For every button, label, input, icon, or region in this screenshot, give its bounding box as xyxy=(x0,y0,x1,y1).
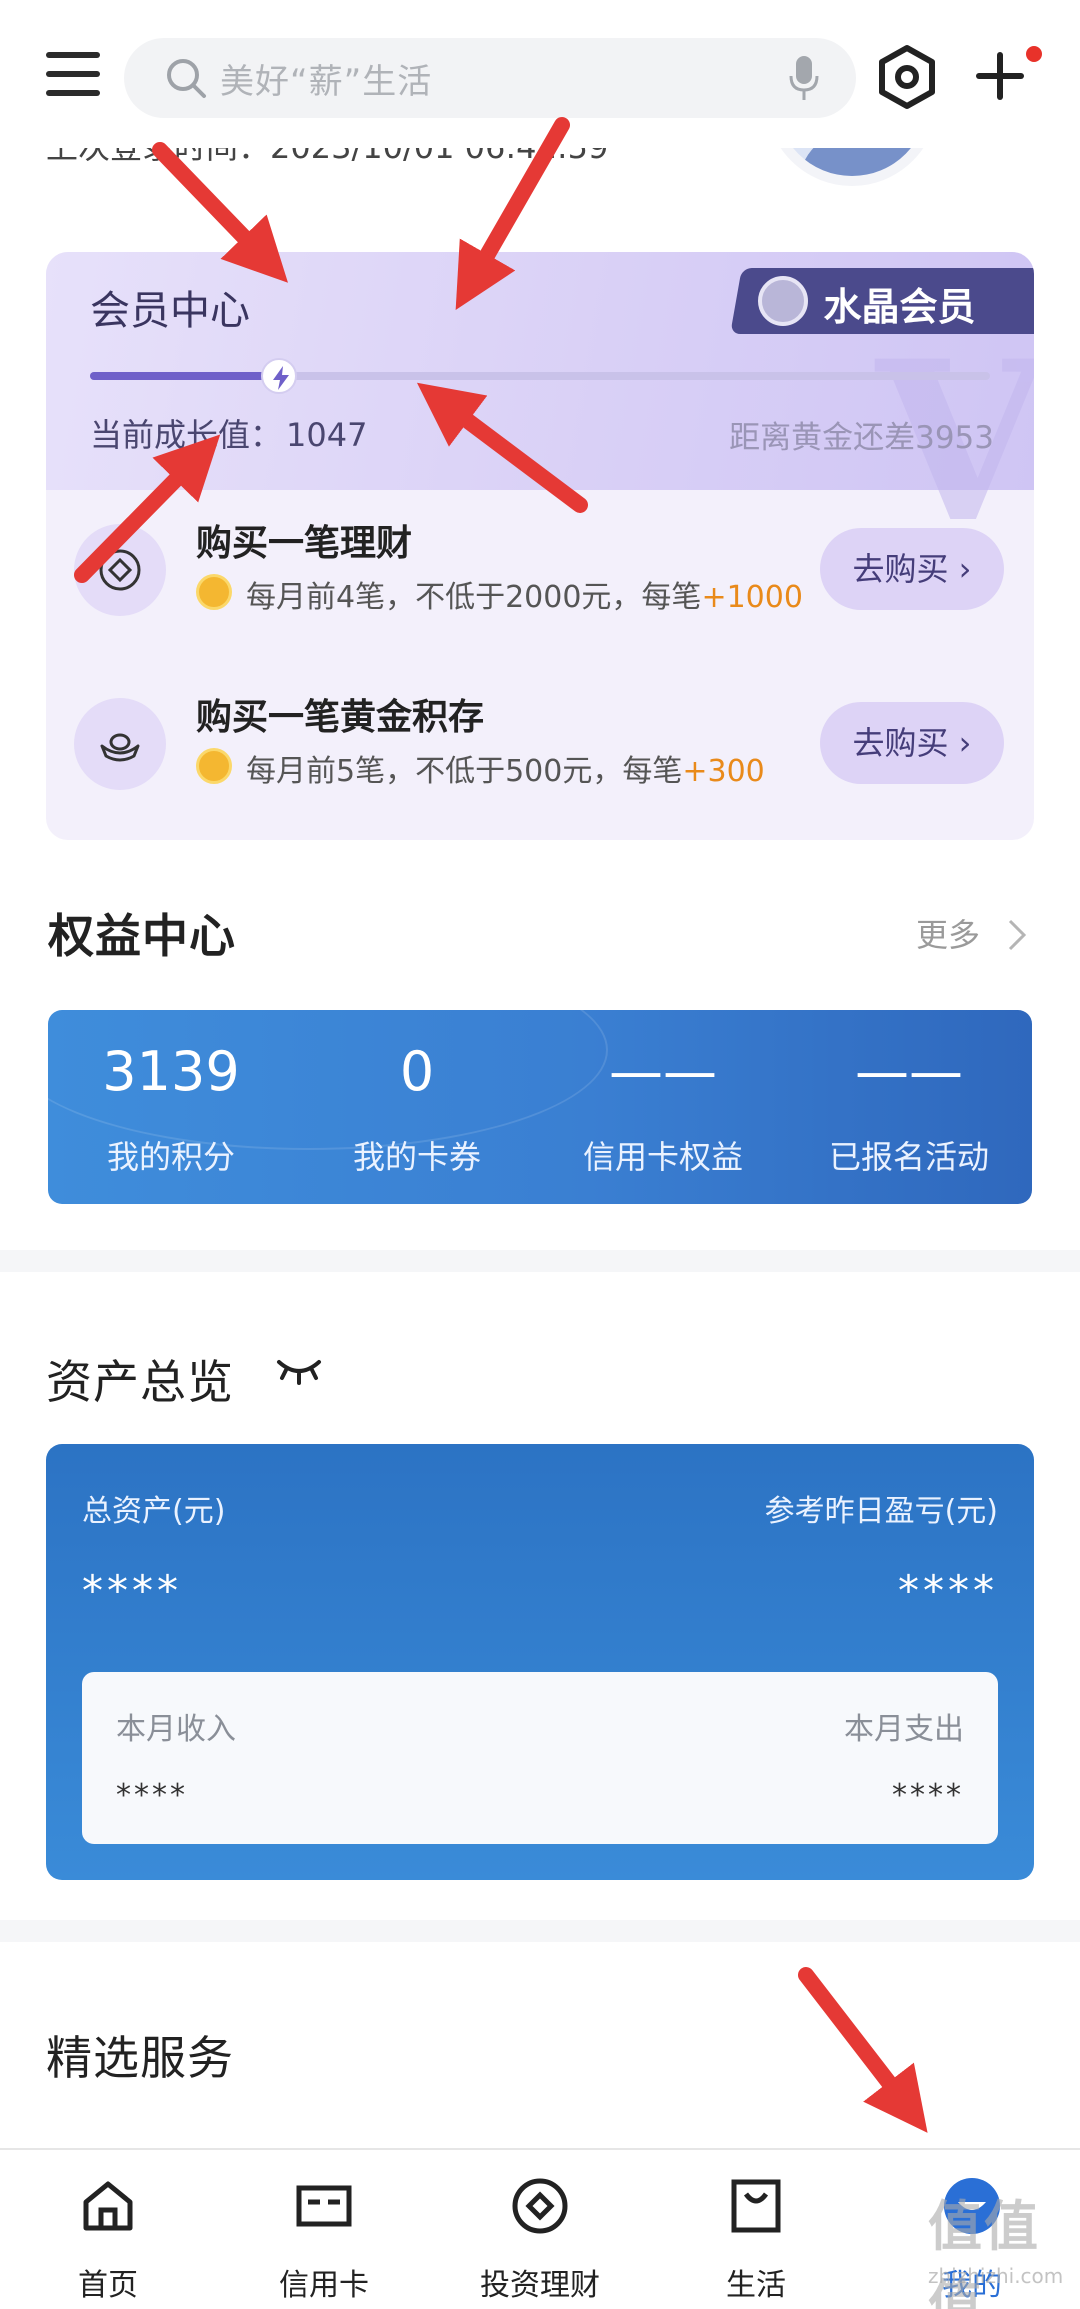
benefits-title: 权益中心 xyxy=(48,909,236,963)
search-bar[interactable]: 美好“薪”生活 xyxy=(124,38,856,118)
bottom-nav: 首页 信用卡 投资理财 生活 我的 xyxy=(0,2148,1080,2309)
eye-closed-icon[interactable] xyxy=(276,1356,322,1386)
nav-label: 首页 xyxy=(78,2268,138,2303)
menu-icon[interactable] xyxy=(46,52,100,102)
buy-button[interactable]: 去购买 › xyxy=(820,528,1004,610)
notification-dot xyxy=(1026,46,1042,62)
benefit-credit-card[interactable]: —— 信用卡权益 xyxy=(540,1010,786,1204)
task-points: +300 xyxy=(682,754,765,789)
nav-label: 投资理财 xyxy=(480,2268,600,2303)
add-icon[interactable] xyxy=(972,48,1028,104)
member-level-badge[interactable]: 水晶会员 xyxy=(730,268,1034,334)
benefit-activities[interactable]: —— 已报名活动 xyxy=(786,1010,1032,1204)
benefit-label: 我的积分 xyxy=(106,1138,235,1176)
task-desc: 每月前5笔，不低于500元，每笔+300 xyxy=(246,754,765,789)
benefit-value: 3139 xyxy=(102,1040,240,1103)
growth-value: 1047 xyxy=(286,416,368,454)
member-header: V 会员中心 水晶会员 当前成长值： 1047 距离黄金还差3953 xyxy=(46,252,1034,571)
progress-knob xyxy=(261,358,297,394)
nav-label: 信用卡 xyxy=(279,2268,369,2303)
benefit-label: 我的卡券 xyxy=(352,1138,481,1176)
benefit-value: —— xyxy=(609,1040,717,1103)
benefit-value: 0 xyxy=(399,1040,435,1103)
watermark-logo: 值值值 xyxy=(928,2195,1040,2309)
task-item: 购买一笔理财 每月前4笔，不低于2000元，每笔+1000 去购买 › xyxy=(46,490,1034,650)
watermark-site: zhizhizhi.com xyxy=(928,2264,1064,2288)
task-item: 购买一笔黄金积存 每月前5笔，不低于500元，每笔+300 去购买 › xyxy=(46,664,1034,824)
benefit-label: 信用卡权益 xyxy=(582,1138,743,1176)
monthly-summary: 本月收入 本月支出 **** **** xyxy=(82,1672,998,1844)
task-desc: 每月前4笔，不低于2000元，每笔+1000 xyxy=(246,580,803,615)
benefit-points[interactable]: 3139 我的积分 xyxy=(48,1010,294,1204)
services-title: 精选服务 xyxy=(46,2031,234,2085)
gap-to-gold: 距离黄金还差3953 xyxy=(729,420,994,456)
microphone-icon[interactable] xyxy=(788,54,820,102)
nav-life[interactable]: 生活 xyxy=(648,2150,864,2309)
total-assets-value: **** xyxy=(82,1566,182,1615)
task-points: +1000 xyxy=(701,580,803,615)
finance-coin-icon xyxy=(74,524,166,616)
task-title: 购买一笔理财 xyxy=(196,523,413,564)
crystal-medal-icon xyxy=(758,276,808,326)
member-level-label: 水晶会员 xyxy=(823,285,976,329)
growth-value-row: 当前成长值： 1047 xyxy=(90,410,367,456)
shopping-bag-icon xyxy=(731,2179,781,2233)
income-label: 本月收入 xyxy=(116,1712,236,1747)
section-divider xyxy=(0,1250,1080,1272)
settings-icon[interactable] xyxy=(874,44,940,110)
more-link[interactable]: 更多 xyxy=(916,910,980,956)
search-input[interactable]: 美好“薪”生活 xyxy=(220,54,432,103)
member-center-title[interactable]: 会员中心 xyxy=(90,278,250,336)
coin-icon xyxy=(196,574,232,610)
growth-progress-bar xyxy=(90,372,990,380)
nav-credit-card[interactable]: 信用卡 xyxy=(216,2150,432,2309)
benefits-card: 3139 我的积分 0 我的卡券 —— 信用卡权益 —— 已报名活动 xyxy=(48,1010,1032,1204)
benefit-label: 已报名活动 xyxy=(828,1138,989,1176)
lightning-icon xyxy=(273,366,289,390)
chevron-right-icon[interactable] xyxy=(1006,918,1028,952)
assets-title: 资产总览 xyxy=(46,1355,234,1409)
search-icon xyxy=(167,59,206,98)
top-bar: 美好“薪”生活 xyxy=(0,0,1080,148)
section-divider xyxy=(0,1920,1080,1942)
asset-overview-card[interactable]: 总资产(元) 参考昨日盈亏(元) **** **** 本月收入 本月支出 ***… xyxy=(46,1444,1034,1880)
total-assets-label: 总资产(元) xyxy=(82,1494,226,1529)
benefit-value: —— xyxy=(855,1040,963,1103)
nav-home[interactable]: 首页 xyxy=(0,2150,216,2309)
yesterday-pnl-label: 参考昨日盈亏(元) xyxy=(764,1494,998,1529)
nav-label: 生活 xyxy=(726,2268,786,2303)
expense-label: 本月支出 xyxy=(844,1712,964,1747)
coin-icon xyxy=(196,748,232,784)
member-center-card: V 会员中心 水晶会员 当前成长值： 1047 距离黄金还差3953 购买一笔理财 xyxy=(46,252,1034,840)
credit-card-icon xyxy=(296,2185,352,2227)
buy-button[interactable]: 去购买 › xyxy=(820,702,1004,784)
yesterday-pnl-value: **** xyxy=(898,1566,998,1615)
nav-investment[interactable]: 投资理财 xyxy=(432,2150,648,2309)
benefit-coupons[interactable]: 0 我的卡券 xyxy=(294,1010,540,1204)
growth-label: 当前成长值： xyxy=(90,416,283,454)
investment-icon xyxy=(512,2178,568,2234)
annotation-arrow xyxy=(798,1967,928,2133)
growth-progress-fill xyxy=(90,372,279,380)
task-title: 购买一笔黄金积存 xyxy=(196,697,485,738)
expense-value: **** xyxy=(892,1778,964,1813)
income-value: **** xyxy=(116,1778,188,1813)
gold-ingot-icon xyxy=(74,698,166,790)
home-icon xyxy=(83,2181,133,2231)
